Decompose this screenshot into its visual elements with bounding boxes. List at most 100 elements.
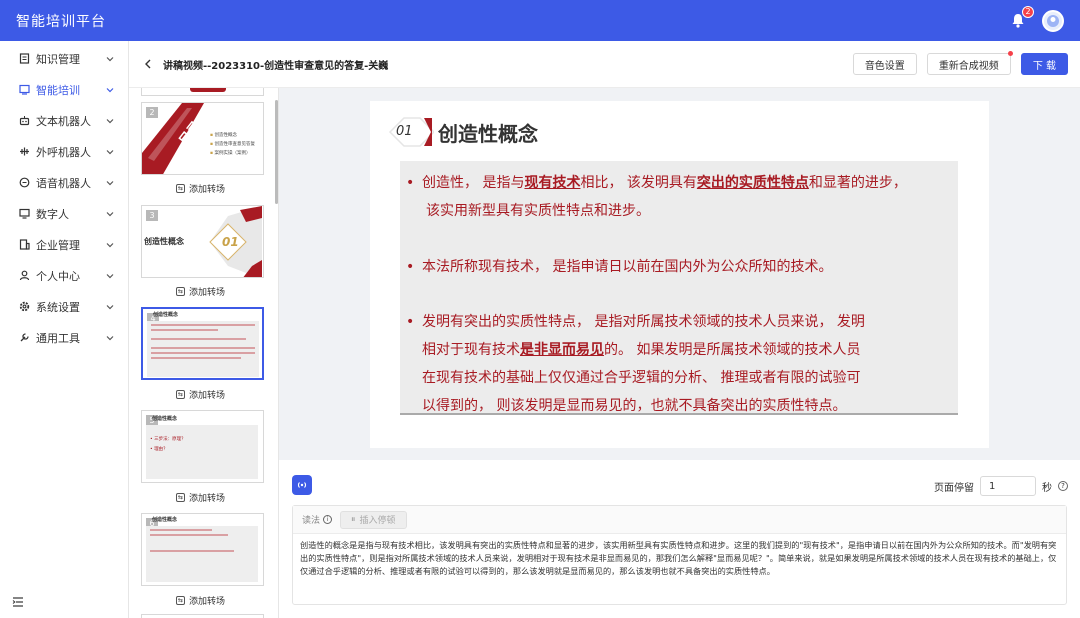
slide-title: 创造性概念	[438, 121, 538, 146]
monitor-icon	[18, 208, 30, 220]
add-transition-label: 添加转场	[189, 597, 226, 607]
page-title: 讲稿视频--2023310-创造性审查意见的答复-关巍	[163, 60, 389, 72]
script-editor: 页面停留 秒 ? 读法 i ⏸ 插入停顿 创造性的概念是是指与现有技术相比，该发…	[279, 460, 1080, 618]
transition-icon: ⇆	[176, 493, 185, 502]
sidebar-item-digital-human[interactable]: 数字人	[0, 198, 128, 229]
pause-label: 页面停留	[934, 482, 974, 494]
building-icon	[18, 239, 30, 251]
slide-bullet-3: • 发明有突出的实质性特点， 是指对所属技术领域的技术人员来说， 发明 相对于现…	[406, 314, 865, 414]
sidebar-item-outbound-robot[interactable]: 外呼机器人	[0, 136, 128, 167]
user-icon	[18, 270, 30, 282]
add-transition-label: 添加转场	[189, 494, 226, 504]
sidebar-item-knowledge[interactable]: 知识管理	[0, 43, 128, 74]
sidebar-item-personal[interactable]: 个人中心	[0, 260, 128, 291]
app-title: 智能培训平台	[16, 13, 106, 30]
document-icon	[18, 53, 30, 65]
top-bar: 智能培训平台 2	[0, 0, 1080, 41]
add-transition-button[interactable]: ⇆ 添加转场	[176, 182, 225, 195]
thumb-body: • 三步法：原理？ • 理由？	[146, 425, 258, 479]
sidebar-item-label: 知识管理	[36, 52, 80, 66]
add-transition-label: 添加转场	[189, 288, 226, 298]
script-text-panel: 读法 i ⏸ 插入停顿 创造性的概念是是指与现有技术相比，该发明具有突出的实质性…	[292, 505, 1067, 605]
help-icon[interactable]: ?	[1058, 481, 1068, 491]
gear-icon	[18, 301, 30, 313]
menu-collapse-icon[interactable]	[12, 596, 24, 608]
pause-bars-icon: ⏸	[351, 514, 356, 525]
transition-icon: ⇆	[176, 184, 185, 193]
thumb-body	[147, 321, 259, 377]
slide-bullet-1: • 创造性， 是指与现有技术相比， 该发明具有突出的实质性特点和显著的进步， 该…	[406, 175, 907, 219]
sidebar-item-text-robot[interactable]: 文本机器人	[0, 105, 128, 136]
slide-thumbnail-5[interactable]: 5 创造性概念 • 三步法：原理？ • 理由？	[141, 410, 264, 483]
sidebar-item-training[interactable]: 智能培训	[0, 74, 128, 105]
download-button[interactable]: 下 载	[1020, 53, 1068, 75]
sidebar-item-label: 外呼机器人	[36, 145, 91, 159]
chevron-down-icon	[106, 211, 114, 216]
slide-thumbnail-list: 2 CONTENTS 目录 ▪ 创造性概念 ▪ 创造性审查意见答复 ▪ 案例实操…	[129, 88, 279, 618]
thumb-number: 2	[146, 107, 158, 118]
user-avatar-icon	[1047, 14, 1059, 27]
voice-wave-icon	[297, 482, 307, 488]
sidebar-item-label: 智能培训	[36, 83, 80, 97]
slide-thumbnail-2[interactable]: 2 CONTENTS 目录 ▪ 创造性概念 ▪ 创造性审查意见答复 ▪ 案例实操…	[141, 102, 264, 175]
chat-voice-icon	[18, 177, 30, 189]
page-header: 讲稿视频--2023310-创造性审查意见的答复-关巍 音色设置 重新合成视频 …	[129, 41, 1080, 88]
notification-button[interactable]: 2	[1008, 5, 1034, 31]
notification-badge: 2	[1022, 5, 1034, 18]
resynthesize-video-button[interactable]: 重新合成视频	[926, 51, 1013, 75]
chevron-down-icon	[106, 180, 114, 185]
chevron-down-icon	[106, 118, 114, 123]
slide-body: • 创造性， 是指与现有技术相比， 该发明具有突出的实质性特点和显著的进步， 该…	[400, 161, 958, 414]
script-textarea[interactable]: 创造性的概念是是指与现有技术相比，该发明具有突出的实质性特点和显著的进步，该实用…	[293, 534, 1066, 583]
slide-thumbnail-3[interactable]: 3 创造性概念 01	[141, 205, 264, 278]
reading-label: 读法	[302, 516, 321, 526]
script-toolbar: 读法 i ⏸ 插入停顿	[293, 506, 1066, 534]
chevron-down-icon	[106, 273, 114, 278]
pause-seconds-input[interactable]	[980, 476, 1036, 496]
sidebar-item-label: 语音机器人	[36, 176, 91, 190]
transition-icon: ⇆	[176, 596, 185, 605]
sidebar-item-label: 企业管理	[36, 238, 80, 252]
page-pause-control: 页面停留 秒 ?	[934, 476, 1068, 496]
slide-thumbnail-partial[interactable]	[141, 88, 264, 96]
slide-thumbnail-partial[interactable]	[141, 614, 264, 618]
sidebar-item-tools[interactable]: 通用工具	[0, 322, 128, 353]
info-icon: i	[323, 515, 333, 524]
add-transition-button[interactable]: ⇆ 添加转场	[176, 491, 225, 504]
phone-call-icon	[18, 146, 30, 158]
slide-canvas: 01 创造性概念 • 创造性， 是指与现有技术相比， 该发明具有突出的实质性特点…	[279, 88, 1080, 460]
slide-title-block: 01 创造性概念	[386, 116, 538, 148]
sidebar-item-label: 数字人	[36, 207, 69, 221]
thumb-title: 创造性概念	[144, 237, 184, 246]
thumb-badge: 01	[222, 235, 239, 249]
add-transition-button[interactable]: ⇆ 添加转场	[176, 594, 225, 607]
slide-bullet-2: • 本法所称现有技术， 是指申请日以前在国内外为公众所知的技术。	[406, 259, 833, 275]
sidebar-item-label: 通用工具	[36, 331, 80, 345]
thumb-decor	[190, 88, 226, 92]
avatar[interactable]	[1042, 9, 1064, 32]
slide-preview: 01 创造性概念 • 创造性， 是指与现有技术相比， 该发明具有突出的实质性特点…	[370, 101, 989, 448]
insert-pause-button[interactable]: ⏸ 插入停顿	[340, 510, 407, 529]
slide-thumbnail-4[interactable]: 4 创造性概念	[141, 307, 264, 380]
sidebar: 知识管理 智能培训 文本机器人 外呼机器人 语音机器人 数字人 企业管理 个人中…	[0, 41, 129, 618]
slides-icon	[18, 84, 30, 96]
update-dot	[1007, 51, 1013, 56]
sidebar-item-system-settings[interactable]: 系统设置	[0, 291, 128, 322]
chevron-down-icon	[106, 149, 114, 154]
sidebar-item-enterprise[interactable]: 企业管理	[0, 229, 128, 260]
reading-mode-button[interactable]: 读法 i	[302, 513, 333, 526]
slide-thumbnail-6[interactable]: 6 创造性概念	[141, 513, 264, 586]
thumb-toc: ▪ 创造性概念 ▪ 创造性审查意见答复 ▪ 案例实操（案例）	[210, 131, 255, 158]
add-transition-button[interactable]: ⇆ 添加转场	[176, 388, 225, 401]
chevron-down-icon	[106, 304, 114, 309]
thumbnail-scrollbar[interactable]	[275, 100, 278, 204]
transition-icon: ⇆	[176, 390, 185, 399]
sidebar-item-label: 系统设置	[36, 300, 80, 314]
sidebar-item-voice-robot[interactable]: 语音机器人	[0, 167, 128, 198]
voice-settings-button[interactable]: 音色设置	[852, 53, 917, 75]
transition-icon: ⇆	[176, 287, 185, 296]
back-button[interactable]	[141, 57, 155, 71]
add-transition-button[interactable]: ⇆ 添加转场	[176, 285, 225, 298]
voice-record-button[interactable]	[292, 475, 312, 495]
chevron-down-icon	[106, 56, 114, 61]
